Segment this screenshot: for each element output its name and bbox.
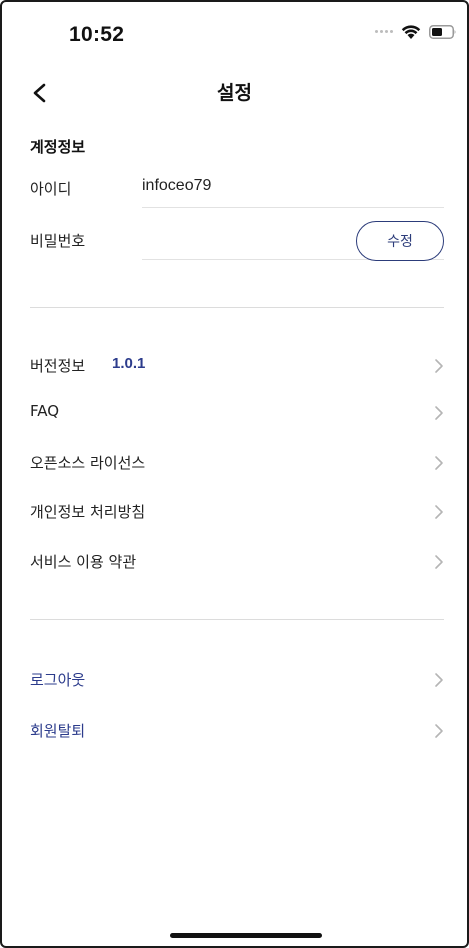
- menu-item-open-source-license[interactable]: 오픈소스 라이선스: [30, 449, 444, 477]
- menu-item-label: 회원탈퇴: [30, 722, 86, 740]
- chevron-right-icon: [435, 724, 443, 738]
- divider: [30, 619, 444, 620]
- home-indicator[interactable]: [170, 933, 322, 938]
- id-underline: [142, 207, 444, 208]
- divider: [30, 307, 444, 308]
- menu-item-label: 서비스 이용 약관: [30, 553, 137, 571]
- chevron-right-icon: [435, 359, 443, 373]
- version-value: 1.0.1: [112, 355, 146, 372]
- menu-item-label: 버전정보: [30, 357, 86, 375]
- id-label: 아이디: [30, 180, 72, 198]
- cellular-signal-icon: [375, 30, 393, 33]
- menu-item-label: 오픈소스 라이선스: [30, 454, 146, 472]
- password-row: 비밀번호 수정: [30, 221, 444, 261]
- menu-item-faq[interactable]: FAQ: [30, 399, 444, 427]
- phone-screen: 10:52 설정 계정정보 아이디 infoceo79 비밀번호 수정 버전정보…: [0, 0, 469, 948]
- navigation-header: 설정: [2, 72, 467, 112]
- menu-item-label: 개인정보 처리방침: [30, 503, 146, 521]
- battery-icon: [429, 25, 456, 39]
- chevron-right-icon: [435, 555, 443, 569]
- menu-item-logout[interactable]: 로그아웃: [30, 666, 444, 694]
- wifi-icon: [401, 25, 421, 39]
- chevron-right-icon: [435, 673, 443, 687]
- id-row: 아이디 infoceo79: [30, 177, 444, 208]
- password-edit-button[interactable]: 수정: [356, 221, 444, 261]
- chevron-right-icon: [435, 456, 443, 470]
- menu-item-withdraw-membership[interactable]: 회원탈퇴: [30, 717, 444, 745]
- menu-item-privacy-policy[interactable]: 개인정보 처리방침: [30, 498, 444, 526]
- chevron-right-icon: [435, 406, 443, 420]
- menu-item-label: FAQ: [30, 402, 60, 420]
- account-section-title: 계정정보: [30, 138, 86, 156]
- menu-item-label: 로그아웃: [30, 671, 86, 689]
- menu-item-terms-of-service[interactable]: 서비스 이용 약관: [30, 548, 444, 576]
- menu-item-version[interactable]: 버전정보 1.0.1: [30, 352, 444, 380]
- page-title: 설정: [217, 82, 252, 104]
- password-label: 비밀번호: [30, 232, 86, 250]
- status-time: 10:52: [69, 23, 125, 46]
- id-value: infoceo79: [142, 177, 212, 194]
- status-bar: 10:52: [2, 2, 467, 62]
- chevron-right-icon: [435, 505, 443, 519]
